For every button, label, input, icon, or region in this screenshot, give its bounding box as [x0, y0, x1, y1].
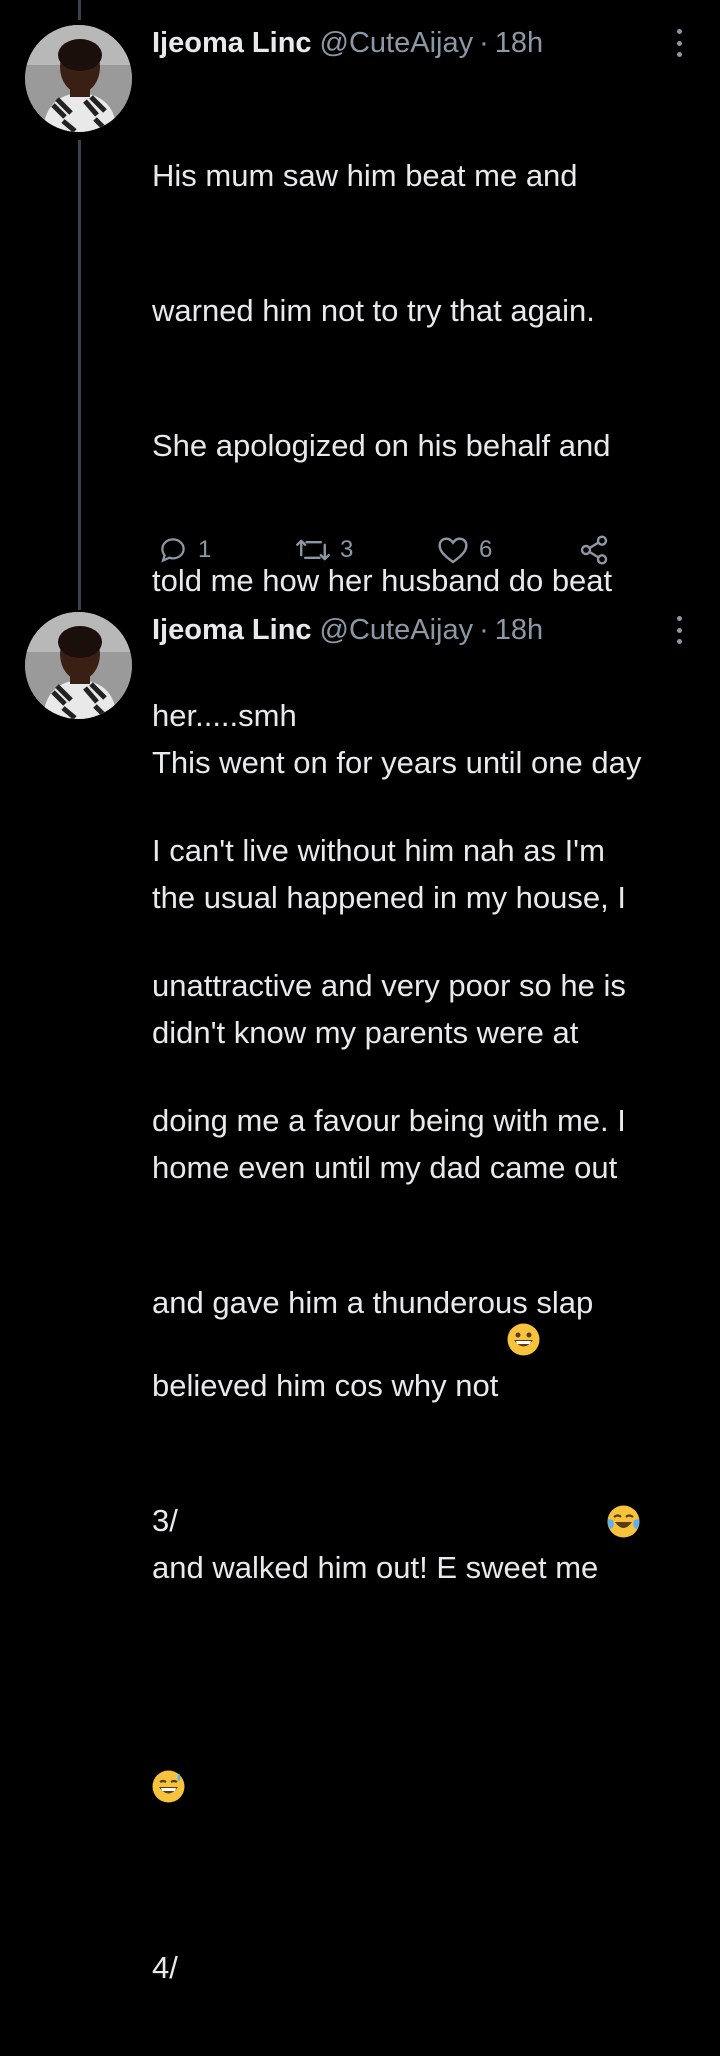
tweet-text: This went on for years until one day the… [152, 650, 697, 2056]
share-icon [580, 535, 608, 565]
text-line-with-emoji [152, 1680, 697, 1855]
text-line: home even until my dad came out [152, 1150, 618, 1185]
grinning-face-with-sweat-emoji [152, 1680, 185, 1803]
reply-icon [161, 538, 185, 563]
retweet-count: 3 [340, 536, 354, 563]
more-options-icon[interactable] [671, 29, 687, 57]
tweet-time[interactable]: 18h [495, 614, 543, 647]
author-name[interactable]: Ijeoma Linc [152, 614, 312, 647]
text-line: and gave him a thunderous slap [152, 1285, 594, 1320]
tweet-actions: 1 3 6 [152, 530, 632, 570]
text-line: didn't know my parents were at [152, 1015, 579, 1050]
more-options-icon[interactable] [671, 616, 687, 644]
face-with-tears-of-joy-emoji [607, 1415, 640, 1538]
text-line: This went on for years until one day [152, 745, 642, 780]
share-button[interactable] [578, 530, 620, 570]
retweet-icon [296, 539, 330, 561]
tweet-4[interactable]: Ijeoma Linc @CuteAijay · 18h This went o… [0, 612, 720, 1985]
text-line: warned him not to try that again. [152, 293, 595, 328]
separator: · [479, 613, 489, 646]
text-line: and walked him out! E sweet me [152, 1550, 599, 1585]
tweet-3[interactable]: Ijeoma Linc @CuteAijay · 18h His mum saw… [0, 25, 720, 1538]
like-button[interactable]: 6 [437, 530, 492, 570]
text-line-with-emoji: and walked him out! E sweet me [152, 1415, 697, 1590]
tweet-header: Ijeoma Linc @CuteAijay · 18h [152, 612, 543, 648]
text-line: the usual happened in my house, I [152, 880, 626, 915]
thread-line-top [78, 0, 81, 20]
text-line: His mum saw him beat me and [152, 158, 578, 193]
like-count: 6 [479, 536, 493, 563]
retweet-button[interactable]: 3 [296, 530, 353, 570]
reply-button[interactable]: 1 [158, 530, 211, 570]
avatar[interactable] [25, 25, 132, 132]
tweet-header: Ijeoma Linc @CuteAijay · 18h [152, 25, 543, 61]
text-line: She apologized on his behalf and [152, 428, 611, 463]
heart-icon [438, 537, 468, 564]
text-line: 4/ [152, 1950, 178, 1985]
separator: · [479, 26, 489, 59]
reply-count: 1 [198, 536, 212, 563]
author-handle[interactable]: @CuteAijay [320, 614, 474, 647]
author-name[interactable]: Ijeoma Linc [152, 27, 312, 60]
tweet-time[interactable]: 18h [495, 27, 543, 60]
author-handle[interactable]: @CuteAijay [320, 27, 474, 60]
avatar[interactable] [25, 612, 132, 719]
